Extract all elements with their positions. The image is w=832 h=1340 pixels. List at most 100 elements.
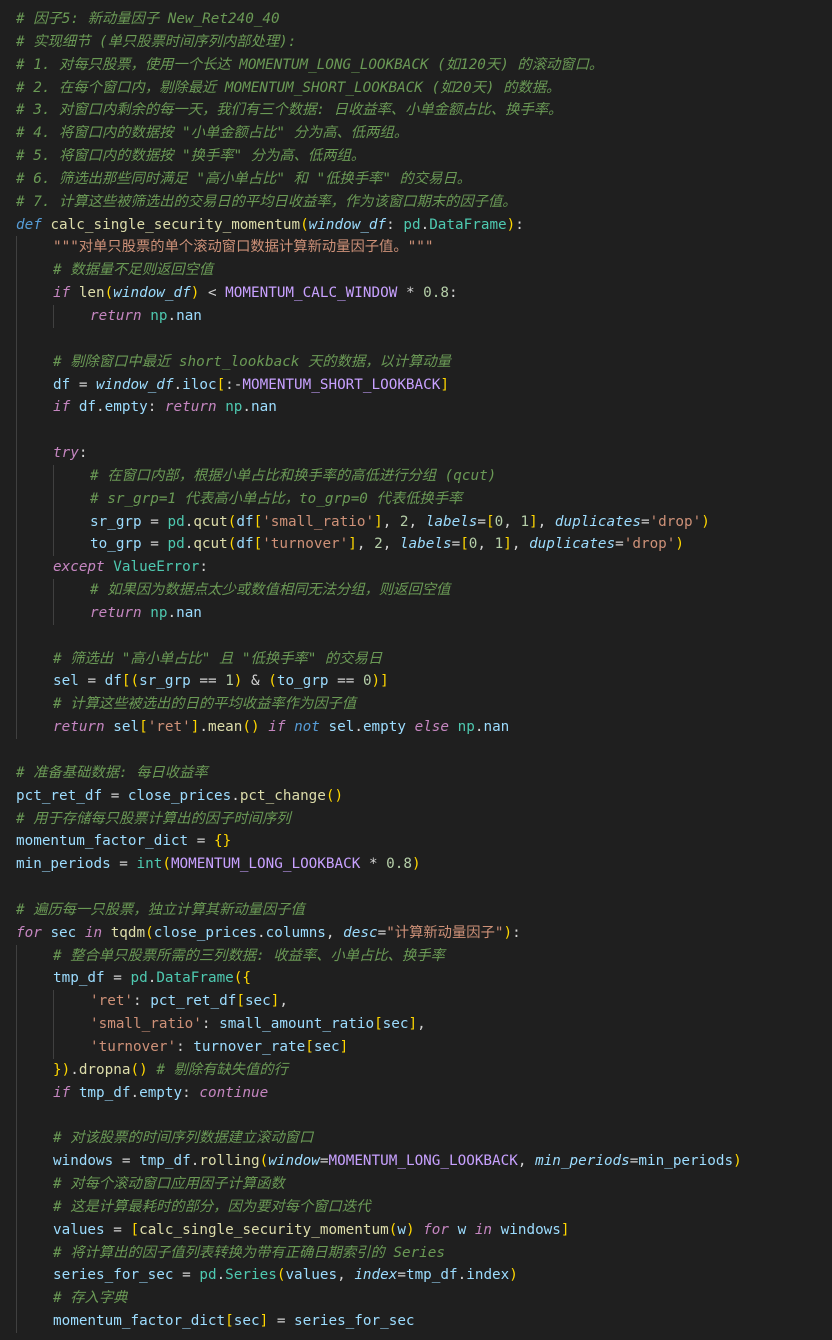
code-line[interactable]: sr_grp = pd.qcut(df['small_ratio'], 2, l… xyxy=(0,510,832,534)
indent-guide xyxy=(16,487,17,511)
code-line[interactable]: # 剔除窗口中最近 short_lookback 天的数据，以计算动量 xyxy=(0,350,832,374)
code-line[interactable] xyxy=(0,876,832,899)
code-line[interactable]: # 如果因为数据点太少或数值相同无法分组，则返回空值 xyxy=(0,579,832,602)
code-line[interactable]: windows = tmp_df.rolling(window=MOMENTUM… xyxy=(0,1150,832,1174)
indent-guide xyxy=(16,1173,17,1196)
punctuation-token xyxy=(406,719,415,735)
code-line[interactable]: values = [calc_single_security_momentum(… xyxy=(0,1218,832,1242)
code-line[interactable]: }).dropna() # 剔除有缺失值的行 xyxy=(0,1058,832,1082)
class-token: int xyxy=(136,856,163,873)
code-line[interactable]: 'ret': pct_ret_df[sec], xyxy=(0,990,832,1014)
variable-token: index xyxy=(466,1267,510,1284)
punctuation-token: : xyxy=(515,216,524,233)
operator-token: = xyxy=(150,513,159,530)
code-line[interactable]: except ValueError: xyxy=(0,556,832,580)
code-line[interactable]: momentum_factor_dict[sec] = series_for_s… xyxy=(0,1310,832,1333)
bracket-token: }) xyxy=(53,1061,71,1078)
code-line[interactable]: # 数据量不足则返回空值 xyxy=(0,259,832,283)
indent-guide xyxy=(16,1127,17,1151)
control-keyword-token: continue xyxy=(199,1084,269,1101)
punctuation-token xyxy=(466,1222,475,1238)
code-line[interactable]: # 整合单只股票所需的三列数据: 收益率、小单占比、换手率 xyxy=(0,944,832,968)
code-line[interactable]: to_grp = pd.qcut(df['turnover'], 2, labe… xyxy=(0,533,832,557)
code-line[interactable]: def calc_single_security_momentum(window… xyxy=(0,214,832,237)
code-line[interactable] xyxy=(0,419,832,443)
code-line[interactable]: momentum_factor_dict = {} xyxy=(0,830,832,853)
code-line[interactable]: # 存入字典 xyxy=(0,1287,832,1311)
code-line[interactable]: 'turnover': turnover_rate[sec] xyxy=(0,1035,832,1059)
punctuation-token xyxy=(174,1267,183,1283)
code-line[interactable]: return np.nan xyxy=(0,304,832,328)
punctuation-token: : xyxy=(201,1016,220,1033)
code-line[interactable]: # 遍历每一只股票，独立计算其新动量因子值 xyxy=(0,899,832,922)
code-line[interactable]: # 4. 将窗口内的数据按 "小单金额占比" 分为高、低两组。 xyxy=(0,122,832,145)
code-line[interactable]: # 3. 对窗口内剩余的每一天，我们有三个数据: 日收益率、小单金额占比、换手率… xyxy=(0,99,832,122)
variable-token: sec xyxy=(382,1016,409,1033)
code-line[interactable]: series_for_sec = pd.Series(values, index… xyxy=(0,1264,832,1288)
punctuation-token: : xyxy=(133,993,151,1010)
code-line[interactable]: # 在窗口内部，根据小单占比和换手率的高低进行分组 (qcut) xyxy=(0,464,832,488)
code-line[interactable]: # 计算这些被选出的日的平均收益率作为因子值 xyxy=(0,693,832,717)
code-line[interactable]: # 2. 在每个窗口内，剔除最近 MOMENTUM_SHORT_LOOKBACK… xyxy=(0,77,832,100)
code-line[interactable]: for sec in tqdm(close_prices.columns, de… xyxy=(0,922,832,945)
variable-token: series_for_sec xyxy=(294,1313,415,1330)
variable-token: sr_grp xyxy=(90,513,142,530)
operator-token: = xyxy=(477,513,487,530)
function-token: len xyxy=(78,285,105,302)
bracket-token: ) xyxy=(405,1221,415,1238)
comment-token: # 5. 将窗口内的数据按 "换手率" 分为高、低两组。 xyxy=(16,148,366,165)
string-token: 'small_ratio' xyxy=(90,1016,202,1033)
code-line[interactable] xyxy=(0,1104,832,1128)
code-line[interactable]: if df.empty: return np.nan xyxy=(0,396,832,420)
operator-token: = xyxy=(87,673,97,690)
parameter-token: window_df xyxy=(113,285,191,302)
class-token: pd xyxy=(167,536,185,553)
code-line[interactable]: tmp_df = pd.DataFrame({ xyxy=(0,967,832,991)
code-line[interactable]: # 实现细节 (单只股票时间序列内部处理): xyxy=(0,31,832,54)
bracket-token: ] xyxy=(259,1313,269,1330)
comment-token: # 数据量不足则返回空值 xyxy=(53,262,214,279)
code-line[interactable] xyxy=(0,739,832,762)
code-line[interactable]: return np.nan xyxy=(0,601,832,625)
bracket-token: [ xyxy=(253,513,263,530)
indent-guide xyxy=(16,442,17,465)
code-line[interactable]: pct_ret_df = close_prices.pct_change() xyxy=(0,785,832,808)
code-line[interactable]: # 筛选出 "高小单占比" 且 "低换手率" 的交易日 xyxy=(0,647,832,671)
code-line[interactable]: if tmp_df.empty: continue xyxy=(0,1081,832,1105)
indent-guide xyxy=(16,1287,17,1311)
code-line[interactable]: # 7. 计算这些被筛选出的交易日的平均日收益率，作为该窗口期末的因子值。 xyxy=(0,191,832,214)
code-line[interactable]: # sr_grp=1 代表高小单占比，to_grp=0 代表低换手率 xyxy=(0,487,832,511)
variable-token: nan xyxy=(251,399,277,416)
code-line[interactable] xyxy=(0,624,832,648)
code-line[interactable]: # 5. 将窗口内的数据按 "换手率" 分为高、低两组。 xyxy=(0,145,832,168)
code-editor[interactable]: # 因子5: 新动量因子 New_Ret240_40 # 实现细节 (单只股票时间… xyxy=(0,0,832,1340)
code-line[interactable]: sel = df[(sr_grp == 1) & (to_grp == 0)] xyxy=(0,670,832,694)
code-line[interactable]: min_periods = int(MOMENTUM_LONG_LOOKBACK… xyxy=(0,853,832,876)
punctuation-token xyxy=(105,970,114,986)
constant-token: MOMENTUM_CALC_WINDOW xyxy=(225,285,398,302)
code-line[interactable]: if len(window_df) < MOMENTUM_CALC_WINDOW… xyxy=(0,282,832,305)
code-line[interactable]: # 准备基础数据: 每日收益率 xyxy=(0,762,832,785)
punctuation-token xyxy=(360,856,369,872)
operator-token: = xyxy=(113,1221,122,1238)
code-line[interactable]: df = window_df.iloc[:-MOMENTUM_SHORT_LOO… xyxy=(0,373,832,397)
bracket-token: ] xyxy=(380,673,389,690)
punctuation-token xyxy=(285,719,294,735)
code-line[interactable]: # 用于存储每只股票计算出的因子时间序列 xyxy=(0,808,832,831)
code-line[interactable]: return sel['ret'].mean() if not sel.empt… xyxy=(0,716,832,739)
code-line[interactable]: # 将计算出的因子值列表转换为带有正确日期索引的 Series xyxy=(0,1241,832,1265)
code-line[interactable]: # 6. 筛选出那些同时满足 "高小单占比" 和 "低换手率" 的交易日。 xyxy=(0,168,832,191)
code-line[interactable]: 'small_ratio': small_amount_ratio[sec], xyxy=(0,1013,832,1036)
code-line[interactable]: # 这是计算最耗时的部分，因为要对每个窗口迭代 xyxy=(0,1195,832,1219)
code-line[interactable]: """对单只股票的单个滚动窗口数据计算新动量因子值。""" xyxy=(0,236,832,260)
indent-guide xyxy=(16,236,17,260)
code-line[interactable] xyxy=(0,327,832,351)
code-line[interactable]: # 因子5: 新动量因子 New_Ret240_40 xyxy=(0,8,832,31)
code-line[interactable]: # 对该股票的时间序列数据建立滚动窗口 xyxy=(0,1127,832,1151)
comment-token: # 剔除有缺失值的行 xyxy=(156,1061,288,1078)
code-line[interactable]: # 对每个滚动窗口应用因子计算函数 xyxy=(0,1173,832,1196)
punctuation-token xyxy=(142,308,151,324)
variable-token: sec xyxy=(313,1038,340,1055)
code-line[interactable]: # 1. 对每只股票，使用一个长达 MOMENTUM_LONG_LOOKBACK… xyxy=(0,54,832,77)
code-line[interactable]: try: xyxy=(0,442,832,465)
